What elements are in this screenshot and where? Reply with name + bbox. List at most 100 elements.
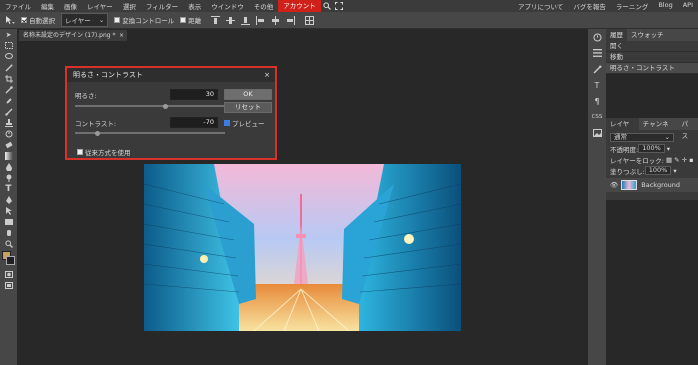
legacy-checkbox[interactable]: 従来方式を使用 [77,147,131,157]
transform-check-icon[interactable] [114,17,121,23]
menu-account[interactable]: アカウント [278,0,321,12]
eye-icon[interactable]: 👁 [610,181,618,189]
history-brush-icon[interactable] [0,128,17,139]
zoom-icon[interactable] [0,238,17,249]
menu-image[interactable]: 画像 [59,1,82,11]
chevron-down-icon[interactable]: ▾ [673,167,676,175]
image-icon[interactable] [588,125,606,141]
type-icon[interactable]: T [0,183,17,194]
chevron-down-icon: ⌄ [98,16,105,24]
chevron-down-icon[interactable]: ▾ [667,145,670,153]
dodge-icon[interactable] [0,172,17,183]
menu-lines-icon[interactable] [588,45,606,61]
brightness-input[interactable]: 30 [170,89,218,100]
search-icon[interactable] [321,0,333,12]
menu-filter[interactable]: フィルター [141,1,183,11]
marquee-icon[interactable] [0,40,17,51]
opacity-input[interactable]: 100% [638,144,665,153]
legacy-check-icon[interactable] [77,149,83,155]
menu-file[interactable]: ファイル [0,1,36,11]
align-top-icon[interactable] [211,15,221,25]
healing-icon[interactable] [0,95,17,106]
css-icon[interactable]: CSS [588,109,606,125]
brightness-label: 明るさ: [75,92,97,100]
brightness-slider-handle[interactable] [162,103,168,109]
stamp-icon[interactable] [0,117,17,128]
color-swatches[interactable] [0,249,17,269]
pen-icon[interactable] [0,194,17,205]
ok-button[interactable]: OK [224,89,272,100]
menu-about[interactable]: アプリについて [513,1,568,11]
adjust-icon[interactable] [588,61,606,77]
transform-controls-checkbox[interactable]: 変換コントロール [114,15,174,25]
fill-icon[interactable] [0,150,17,161]
contrast-slider-handle[interactable] [95,130,100,136]
tab-layers[interactable]: レイヤー [606,118,639,140]
lasso-icon[interactable] [0,51,17,62]
magic-wand-icon[interactable] [0,62,17,73]
history-item[interactable]: 開く [606,41,698,52]
path-select-icon[interactable] [0,205,17,216]
align-left-icon[interactable] [256,15,265,25]
menu-view[interactable]: 表示 [183,1,206,11]
document-tab[interactable]: 名称未設定のデザイン (17).png * × [19,30,127,41]
align-right-icon[interactable] [286,15,296,25]
menu-select[interactable]: 選択 [118,1,141,11]
align-bottom-icon[interactable] [241,16,251,25]
distance-checkbox[interactable]: 距離 [180,15,201,25]
fill-input[interactable]: 100% [644,166,672,175]
menu-window[interactable]: ウインドウ [206,1,249,11]
menu-more[interactable]: その他 [249,1,279,11]
close-icon[interactable]: × [119,30,124,41]
history-item-active[interactable]: 明るさ・コントラスト [606,63,698,74]
hand-icon[interactable] [0,227,17,238]
lock-pixels-icon[interactable]: ▦ [666,156,672,164]
history-icon[interactable] [588,29,606,45]
blend-mode-select[interactable]: 通常 ⌄ [610,133,674,142]
paragraph-icon[interactable]: ¶ [588,93,606,109]
brightness-slider[interactable] [75,105,225,107]
layer-select-dropdown[interactable]: レイヤー ⌄ [61,13,109,27]
menu-learning[interactable]: ラーニング [611,1,654,11]
dialog-title-bar[interactable]: 明るさ・コントラスト × [67,68,275,82]
tab-history[interactable]: 履歴 [606,29,627,41]
auto-select-checkbox[interactable]: 自動選択 [21,15,55,25]
menu-api[interactable]: API [678,1,698,11]
tab-paths[interactable]: パス [678,118,698,140]
tool-options-bar: 自動選択 レイヤー ⌄ 変換コントロール 距離 [0,12,698,29]
fullscreen-icon[interactable] [333,0,345,12]
canvas-image[interactable] [144,164,461,331]
contrast-input[interactable]: -70 [170,117,218,128]
character-icon[interactable]: T [588,77,606,93]
tab-channels[interactable]: チャンネル [639,118,678,140]
lock-all-icon[interactable]: ▪ [689,156,693,164]
crop-icon[interactable] [0,73,17,84]
move-icon[interactable]: ➤ [0,29,17,40]
lock-move-icon[interactable]: ✛ [682,156,687,164]
blur-icon[interactable] [0,161,17,172]
screen-mode-icon[interactable] [0,280,17,291]
align-center-icon[interactable] [271,15,280,25]
tab-swatches[interactable]: スウォッチ [627,29,668,41]
reset-button[interactable]: リセット [224,102,272,113]
grid-icon[interactable] [305,15,315,25]
menu-layer[interactable]: レイヤー [82,1,118,11]
brush-icon[interactable] [0,106,17,117]
menu-report-bug[interactable]: バグを報告 [568,1,611,11]
preview-checkbox[interactable]: プレビュー [224,118,265,128]
shape-icon[interactable] [0,216,17,227]
auto-select-check-icon[interactable] [21,17,27,23]
history-item[interactable]: 移動 [606,52,698,63]
distance-check-icon[interactable] [180,17,187,23]
menu-edit[interactable]: 編集 [36,1,59,11]
lock-brush-icon[interactable]: ✎ [674,156,679,164]
layer-row[interactable]: 👁 Background [606,178,698,192]
close-icon[interactable]: × [264,71,270,79]
align-middle-icon[interactable] [226,16,236,25]
menu-blog[interactable]: Blog [653,1,677,11]
background-color[interactable] [6,256,15,265]
quick-mask-icon[interactable] [0,269,17,280]
eraser-icon[interactable] [0,139,17,150]
preview-check-icon[interactable] [224,120,230,126]
eyedropper-icon[interactable] [0,84,17,95]
